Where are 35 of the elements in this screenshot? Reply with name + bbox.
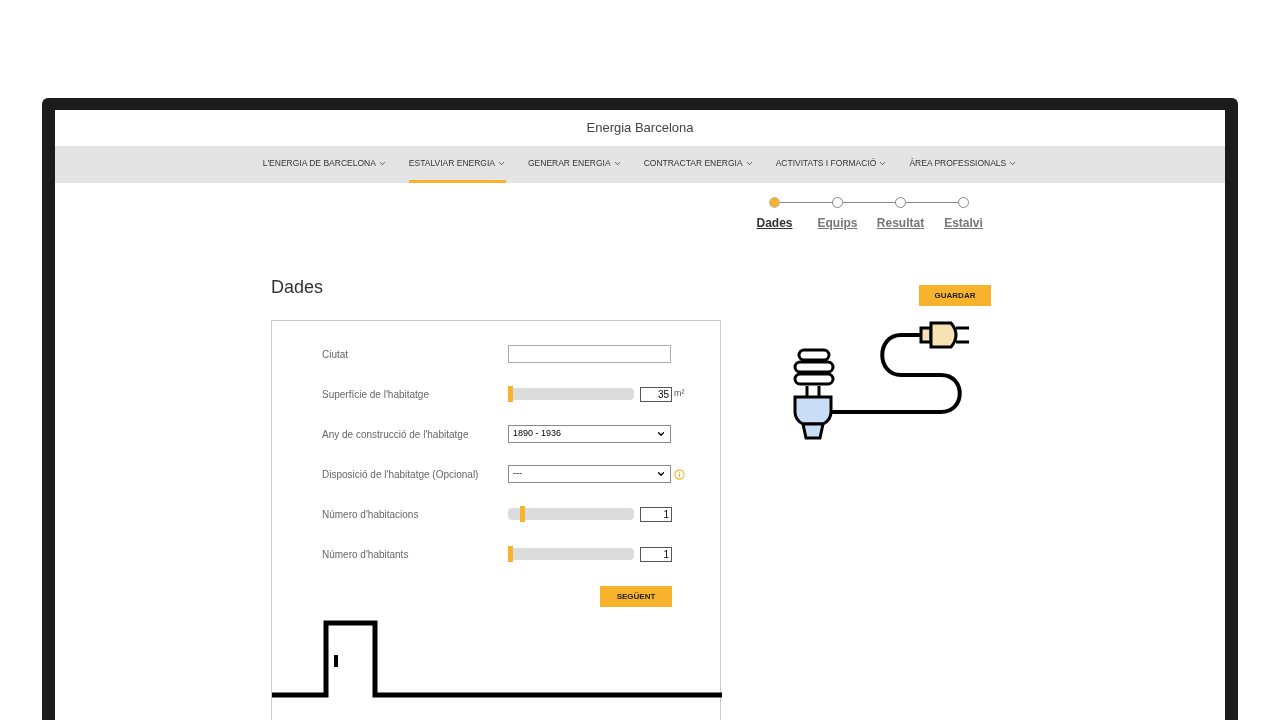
- nav-tab[interactable]: ACTIVITATS I FORMACIÓ: [775, 146, 888, 183]
- step-link[interactable]: Dades: [756, 214, 793, 232]
- number-field[interactable]: 1: [640, 546, 672, 562]
- slider-thumb[interactable]: [520, 506, 526, 522]
- caret-icon: [656, 429, 666, 439]
- field-label: Número d'habitants: [322, 547, 410, 562]
- nav-tab[interactable]: CONTRACTAR ENERGIA: [643, 146, 754, 183]
- nav-tab[interactable]: ÀREA PROFESSIONALS: [909, 146, 1018, 183]
- field-label: Número d'habitacions: [322, 507, 420, 522]
- number-field[interactable]: 1: [640, 506, 672, 522]
- slider-thumb[interactable]: [508, 546, 513, 562]
- text-field[interactable]: [508, 345, 671, 363]
- nav-tab[interactable]: ESTALVIAR ENERGIA: [408, 146, 506, 183]
- select-field[interactable]: 1890 - 1936: [508, 425, 671, 443]
- slider-track[interactable]: [508, 508, 634, 520]
- save-button[interactable]: GUARDAR: [919, 285, 991, 306]
- number-field[interactable]: 35: [640, 386, 672, 402]
- next-button[interactable]: SEGÜENT: [600, 586, 672, 607]
- caret-icon: [656, 469, 666, 479]
- page-heading: Dades: [271, 276, 324, 299]
- slider-track[interactable]: [508, 388, 634, 400]
- nav-tab[interactable]: GENERAR ENERGIA: [527, 146, 622, 183]
- field-label: Any de construcció de l'habitatge: [322, 427, 470, 442]
- field-label: Ciutat: [322, 347, 350, 362]
- step-link[interactable]: Equips: [817, 214, 858, 232]
- nav-tab[interactable]: L'ENERGIA DE BARCELONA: [262, 146, 387, 183]
- step-link[interactable]: Resultat: [876, 214, 925, 232]
- field-label: Disposició de l'habitatge (Opcional): [322, 467, 480, 482]
- slider-thumb[interactable]: [508, 386, 513, 402]
- step-link[interactable]: Estalvi: [944, 214, 983, 232]
- field-label: Superfície de l'habitatge: [322, 387, 430, 402]
- slider-track[interactable]: [508, 548, 634, 560]
- site-title[interactable]: Energia Barcelona: [586, 118, 694, 138]
- select-field[interactable]: ---: [508, 465, 671, 483]
- unit-label: m²: [674, 387, 685, 401]
